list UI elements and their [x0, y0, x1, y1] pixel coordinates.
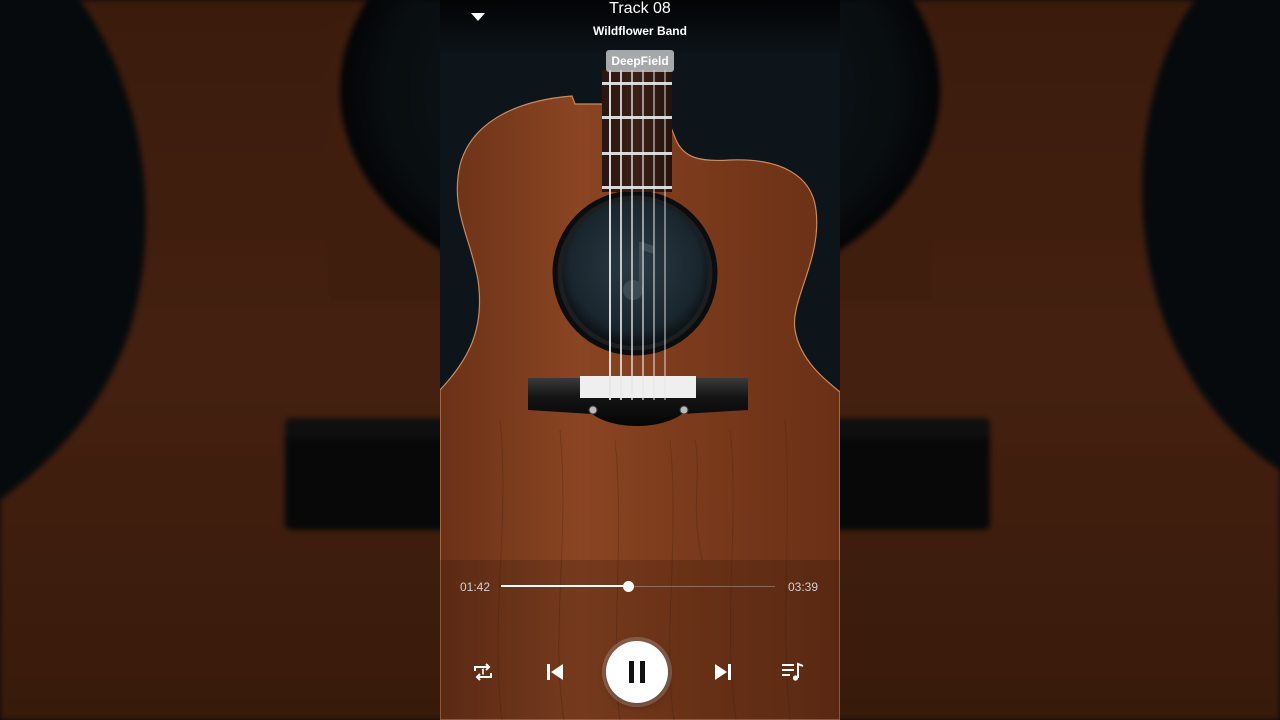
album-artwork	[440, 0, 840, 720]
elapsed-time: 01:42	[460, 580, 491, 594]
repeat-button[interactable]	[470, 659, 496, 685]
playlist-icon	[782, 662, 804, 681]
skip-previous-icon	[547, 664, 563, 680]
player-screen: Track 08 Wildflower Band DeepField 01:42…	[440, 0, 840, 720]
pause-button[interactable]	[606, 641, 668, 703]
seek-thumb[interactable]	[623, 581, 635, 592]
total-duration: 03:39	[787, 580, 818, 594]
previous-button[interactable]	[542, 659, 568, 685]
track-artist: Wildflower Band	[593, 24, 687, 38]
seek-bar[interactable]	[501, 579, 775, 595]
skip-next-icon	[715, 664, 731, 680]
playlist-button[interactable]	[779, 659, 807, 685]
quality-badge-container: DeepField	[440, 50, 840, 72]
seek-progress	[501, 585, 629, 587]
track-title: Track 08	[609, 0, 671, 17]
quality-badge[interactable]: DeepField	[606, 50, 674, 72]
pause-icon	[629, 661, 645, 683]
repeat-icon	[474, 663, 492, 681]
next-button[interactable]	[710, 659, 736, 685]
